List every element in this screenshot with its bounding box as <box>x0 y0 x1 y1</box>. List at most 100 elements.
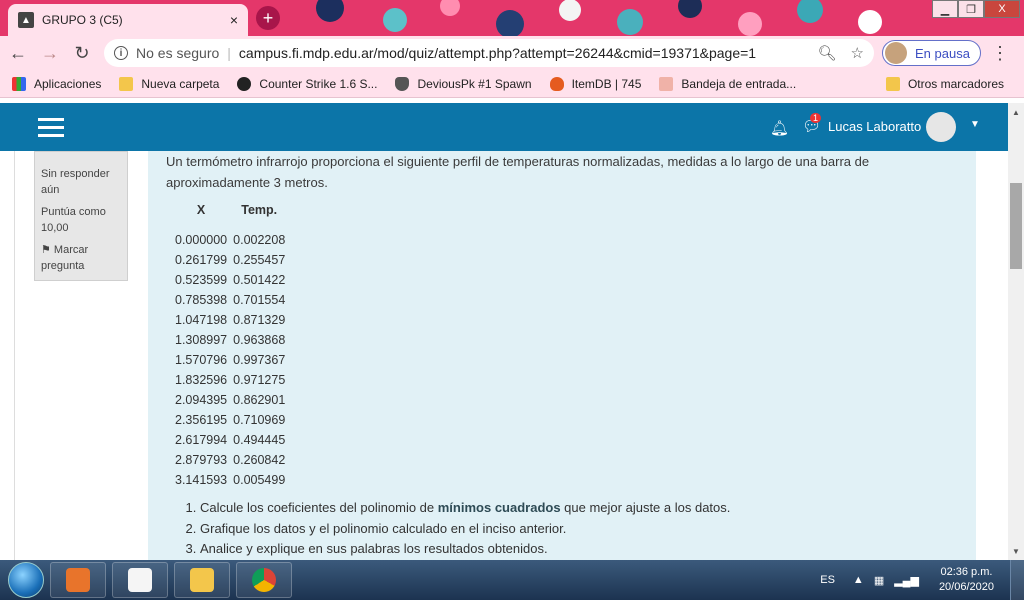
show-hidden-icons-icon[interactable]: ▲ <box>853 574 864 586</box>
bookmark-counter-strike[interactable]: Counter Strike 1.6 S... <box>237 76 378 91</box>
apps-grid-icon <box>12 76 26 91</box>
folder-icon <box>885 76 900 91</box>
show-desktop-button[interactable] <box>1010 560 1024 600</box>
tab-title: GRUPO 3 (C5) <box>42 13 123 27</box>
tab-close-icon[interactable]: × <box>230 12 238 28</box>
minimize-button[interactable]: ▁ <box>932 0 958 18</box>
theme-background <box>316 0 882 36</box>
task-list: Calcule los coeficientes del polinomio d… <box>200 498 958 560</box>
table-row: 0.785398 0.701554 <box>172 290 288 310</box>
taskbar-paint[interactable] <box>112 562 168 598</box>
taskbar-chrome[interactable] <box>236 562 292 598</box>
notifications-bell-icon[interactable]: 🔔︎ <box>770 119 789 137</box>
bookmark-inbox[interactable]: Bandeja de entrada... <box>659 76 797 91</box>
folder-icon <box>190 568 214 592</box>
bookmark-label: Aplicaciones <box>34 76 102 91</box>
task-item: Grafique los datos y el polinomio calcul… <box>200 519 958 540</box>
start-button[interactable] <box>8 562 44 598</box>
cell-x: 2.879793 <box>175 453 228 467</box>
table-row: 0.261799 0.255457 <box>172 250 288 270</box>
cell-x: 1.570796 <box>175 353 228 367</box>
page-scrollbar[interactable]: ▲ ▼ <box>1008 103 1024 560</box>
taskbar-media-player[interactable] <box>50 562 106 598</box>
maximize-button[interactable]: ❐ <box>958 0 984 18</box>
url-text[interactable]: campus.fi.mdp.edu.ar/mod/quiz/attempt.ph… <box>239 45 804 61</box>
message-count-badge: 1 <box>810 113 822 123</box>
cell-temp: 0.963868 <box>233 333 286 347</box>
user-name[interactable]: Lucas Laboratto <box>828 119 921 134</box>
profile-button[interactable]: En pausa <box>882 40 981 66</box>
question-info-box: Sin responder aún Puntúa como 10,00 ⚑ Ma… <box>34 151 128 281</box>
bookmark-deviouspk[interactable]: DeviousPk #1 Spawn <box>395 76 532 91</box>
taskbar-explorer[interactable] <box>174 562 230 598</box>
new-tab-button[interactable]: + <box>256 6 280 30</box>
close-window-button[interactable]: X <box>984 0 1020 18</box>
bookmark-itemdb[interactable]: ItemDB | 745 <box>549 76 641 91</box>
fire-icon <box>549 76 564 91</box>
back-arrow-icon[interactable]: ← <box>4 39 32 67</box>
foro-icon <box>659 76 674 91</box>
user-menu-caret-icon[interactable]: ▼ <box>970 119 980 130</box>
separator: | <box>227 45 231 61</box>
scroll-up-arrow-icon[interactable]: ▲ <box>1008 105 1024 119</box>
cell-x: 3.141593 <box>175 473 228 487</box>
signal-icon[interactable]: ▂▄▆ <box>894 574 919 587</box>
question-number-cut <box>41 152 121 160</box>
bookmark-label: Bandeja de entrada... <box>681 76 797 91</box>
cell-temp: 0.260842 <box>233 453 286 467</box>
table-row: 1.308997 0.963868 <box>172 330 288 350</box>
user-avatar[interactable] <box>926 112 956 142</box>
bookmark-other[interactable]: Otros marcadores <box>885 76 1004 91</box>
hamburger-menu-icon[interactable] <box>38 117 64 137</box>
task-text: Grafique los datos y el polinomio calcul… <box>200 520 567 536</box>
system-tray: ES ▲ ▦ ▂▄▆ 02:36 p.m. 20/06/2020 <box>820 560 994 600</box>
forward-arrow-icon[interactable]: → <box>36 39 64 67</box>
table-row: 2.094395 0.862901 <box>172 390 288 410</box>
bookmark-label: Counter Strike 1.6 S... <box>259 76 378 91</box>
cell-temp: 0.997367 <box>233 353 286 367</box>
reload-icon[interactable]: ↻ <box>68 39 96 67</box>
cell-temp: 0.494445 <box>233 433 286 447</box>
task-emphasis: mínimos cuadrados <box>437 500 561 515</box>
address-bar[interactable]: i No es seguro | campus.fi.mdp.edu.ar/mo… <box>104 39 874 67</box>
scroll-thumb[interactable] <box>1010 183 1022 269</box>
bookmark-label: DeviousPk #1 Spawn <box>417 76 532 91</box>
question-panel: Un termómetro infrarrojo proporciona el … <box>148 151 976 561</box>
task-text: Calcule los coeficientes del polinomio d… <box>200 500 438 515</box>
cell-x: 0.523599 <box>175 273 228 287</box>
table-row: 2.879793 0.260842 <box>172 450 288 470</box>
network-icon[interactable]: ▦ <box>874 574 884 587</box>
site-favicon: ▲ <box>18 12 34 28</box>
window-controls: ▁ ❐ X <box>932 0 1020 18</box>
cell-temp: 0.871329 <box>233 313 286 327</box>
cell-x: 0.000000 <box>175 233 228 247</box>
security-label[interactable]: No es seguro <box>136 45 219 61</box>
bookmark-apps[interactable]: Aplicaciones <box>12 76 102 91</box>
cell-temp: 0.701554 <box>233 293 286 307</box>
flag-question-link[interactable]: ⚑ Marcar pregunta <box>41 242 121 274</box>
bookmark-star-icon[interactable]: ☆ <box>851 44 864 62</box>
scroll-down-arrow-icon[interactable]: ▼ <box>1008 544 1024 558</box>
active-tab[interactable]: ▲ GRUPO 3 (C5) × <box>8 4 248 36</box>
info-icon[interactable]: i <box>114 46 128 60</box>
question-status: Sin responder aún <box>41 168 110 196</box>
task-text: que mejor ajuste a los datos. <box>560 500 731 515</box>
zoom-search-icon[interactable]: 🔍︎ <box>818 44 837 62</box>
language-indicator[interactable]: ES <box>820 574 835 586</box>
bookmark-new-folder[interactable]: Nueva carpeta <box>119 76 220 91</box>
cell-temp: 0.971275 <box>233 373 286 387</box>
messages-icon[interactable]: 💬︎ 1 <box>802 113 821 135</box>
profile-status: En pausa <box>915 45 970 61</box>
browser-menu-icon[interactable]: ⋮ <box>991 43 1009 64</box>
profile-avatar <box>885 42 907 64</box>
cell-temp: 0.005499 <box>233 473 286 487</box>
clock[interactable]: 02:36 p.m. 20/06/2020 <box>939 565 994 595</box>
bookmark-label: Nueva carpeta <box>141 76 220 91</box>
cell-temp: 0.501422 <box>233 273 286 287</box>
counter-strike-icon <box>237 76 252 91</box>
cell-temp: 0.862901 <box>233 393 286 407</box>
bookmark-label: Otros marcadores <box>907 76 1004 91</box>
cell-x: 2.356195 <box>175 413 228 427</box>
cell-x: 1.308997 <box>175 333 228 347</box>
cell-x: 0.261799 <box>175 253 228 267</box>
